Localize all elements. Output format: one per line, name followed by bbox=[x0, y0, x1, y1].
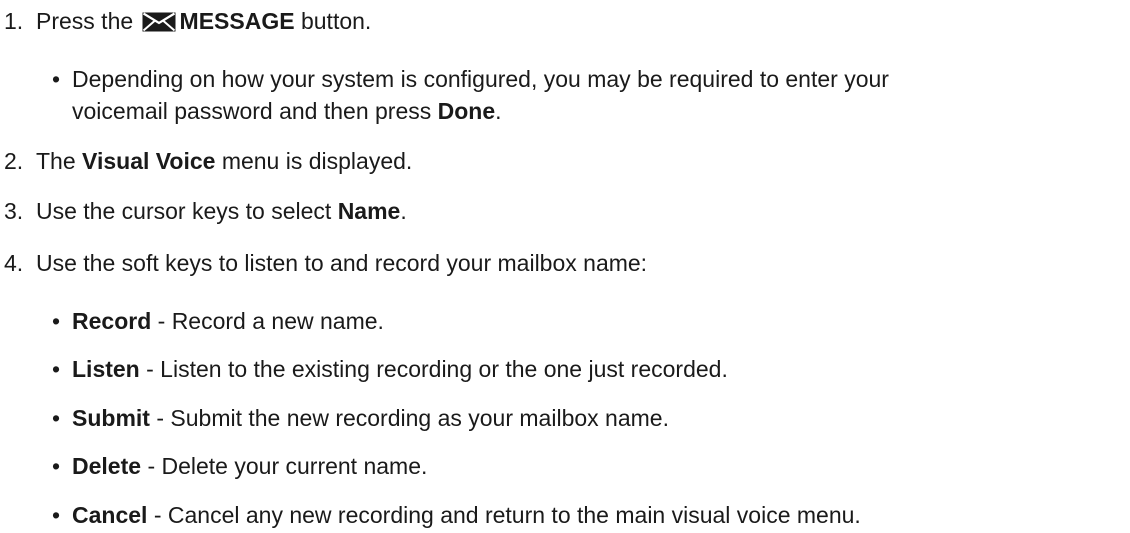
soft-key-description: - Cancel any new recording and return to… bbox=[153, 502, 861, 528]
bullet: • bbox=[52, 66, 61, 92]
bullet: • bbox=[52, 453, 61, 479]
envelope-icon bbox=[142, 9, 176, 39]
soft-key-label: Record bbox=[72, 308, 152, 334]
message-button-label: MESSAGE bbox=[179, 8, 295, 34]
soft-key-record: • Record - Record a new name. bbox=[52, 306, 384, 336]
step-1-note-continued: voicemail password and then press Done. bbox=[72, 96, 502, 126]
note-period: . bbox=[495, 98, 502, 124]
soft-key-label: Submit bbox=[72, 405, 150, 431]
step-text-suffix: menu is displayed. bbox=[221, 148, 413, 174]
bullet: • bbox=[52, 356, 61, 382]
step-text: Press the bbox=[36, 8, 134, 34]
soft-key-description: - Delete your current name. bbox=[147, 453, 428, 479]
instruction-document: 1. Press the MESSAGE button. • Depending o… bbox=[0, 0, 1130, 533]
bullet: • bbox=[52, 405, 61, 431]
bullet: • bbox=[52, 308, 61, 334]
step-number: 1. bbox=[4, 8, 24, 34]
bullet: • bbox=[52, 502, 61, 528]
note-text: Depending on how your system is configur… bbox=[72, 66, 889, 92]
step-text-suffix: button. bbox=[300, 8, 372, 34]
step-number: 3. bbox=[4, 198, 24, 224]
step-1: 1. Press the MESSAGE button. bbox=[4, 6, 371, 39]
soft-key-description: - Submit the new recording as your mailb… bbox=[156, 405, 669, 431]
step-number: 4. bbox=[4, 250, 24, 276]
soft-key-cancel: • Cancel - Cancel any new recording and r… bbox=[52, 500, 861, 530]
step-text: The bbox=[36, 148, 76, 174]
soft-key-label: Listen bbox=[72, 356, 140, 382]
step-4: 4. Use the soft keys to listen to and rec… bbox=[4, 248, 647, 278]
step-3: 3. Use the cursor keys to select Name. bbox=[4, 196, 407, 226]
step-text: Use the cursor keys to select bbox=[36, 198, 332, 224]
soft-key-listen: • Listen - Listen to the existing recordi… bbox=[52, 354, 728, 384]
visual-voice-label: Visual Voice bbox=[82, 148, 216, 174]
step-period: . bbox=[400, 198, 407, 224]
soft-key-description: - Record a new name. bbox=[157, 308, 384, 334]
soft-key-description: - Listen to the existing recording or th… bbox=[146, 356, 728, 382]
done-key-label: Done bbox=[437, 98, 496, 124]
soft-key-label: Delete bbox=[72, 453, 142, 479]
step-text: Use the soft keys to listen to and recor… bbox=[36, 250, 648, 276]
soft-key-submit: • Submit - Submit the new recording as yo… bbox=[52, 403, 669, 433]
name-option-label: Name bbox=[337, 198, 401, 224]
step-1-note: • Depending on how your system is configu… bbox=[52, 64, 889, 94]
soft-key-delete: • Delete - Delete your current name. bbox=[52, 451, 427, 481]
soft-key-label: Cancel bbox=[72, 502, 148, 528]
step-2: 2. The Visual Voice menu is displayed. bbox=[4, 146, 412, 176]
note-text: voicemail password and then press bbox=[72, 98, 432, 124]
step-number: 2. bbox=[4, 148, 24, 174]
